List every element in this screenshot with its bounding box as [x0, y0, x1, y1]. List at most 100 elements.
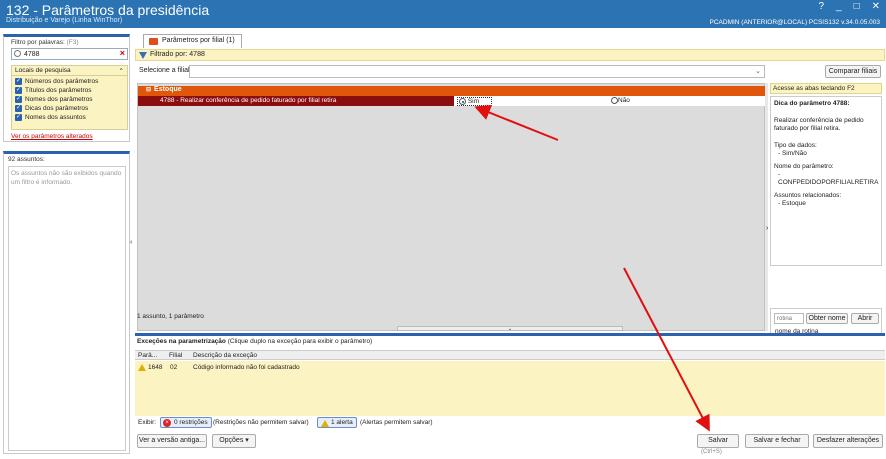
folder-icon: [149, 38, 158, 45]
row-filial: 02: [170, 364, 178, 371]
search-icon: [14, 50, 21, 57]
collapse-square-icon[interactable]: ⊟: [146, 87, 151, 93]
filter-label: Filtro por palavras:: [11, 39, 65, 46]
locations-title: Locais de pesquisa: [15, 67, 71, 74]
exceptions-title: Exceções na parametrização: [137, 338, 226, 345]
tips-hint: Acesse as abas teclando F2: [770, 83, 882, 94]
branch-select[interactable]: ⌄: [189, 65, 765, 78]
subjects-count: 92 assuntos:: [8, 156, 45, 163]
filter-panel: Filtro por palavras: (F3) 4788 × Locais …: [3, 34, 130, 142]
exceptions-header: Parâ... Filial Descrição da exceção: [135, 350, 885, 360]
name-label: Nome do parâmetro:: [774, 163, 834, 170]
search-input[interactable]: 4788 ×: [11, 48, 128, 60]
caret-down-icon: ▾: [245, 437, 249, 444]
funnel-icon: [139, 52, 147, 59]
main-area: Parâmetros por filial (1) Filtrado por: …: [135, 32, 885, 456]
chevron-down-icon: ⌄: [755, 68, 761, 75]
alert-icon: [321, 420, 329, 427]
location-checkbox[interactable]: ✓ Nomes dos parâmetros: [15, 95, 127, 104]
location-checkbox[interactable]: ✓ Títulos dos parâmetros: [15, 86, 127, 95]
save-close-button[interactable]: Salvar e fechar: [745, 434, 809, 448]
alerts-note: (Alertas permitem salvar): [360, 419, 433, 426]
collapse-icon[interactable]: ⌃: [119, 67, 124, 75]
restrictions-badge[interactable]: × 0 restrições: [160, 417, 212, 428]
search-locations: Locais de pesquisa ⌃ ✓ Números dos parâmet…: [11, 65, 128, 130]
close-icon[interactable]: ✕: [872, 1, 880, 12]
alerts-badge[interactable]: 1 alerta: [317, 417, 357, 428]
save-button[interactable]: Salvar: [697, 434, 739, 448]
row-param: 1648: [148, 364, 163, 371]
collapse-left-icon[interactable]: ‹: [130, 239, 132, 246]
subjects-note: Os assuntos não são exibidos quando um f…: [8, 166, 126, 451]
get-name-button[interactable]: Obter nome: [806, 313, 848, 324]
exceptions-panel: Exceções na parametrização (Clique duplo…: [135, 333, 885, 440]
compare-branches-button[interactable]: Comparar filiais: [825, 65, 881, 78]
user-info: PCADMIN (ANTERIOR@LOCAL) PCSIS132 v.34.0…: [709, 19, 880, 26]
search-value: 4788: [24, 51, 40, 58]
type-label: Tipo de dados:: [774, 142, 817, 149]
type-value: - Sim/Não: [778, 150, 807, 157]
location-label: Números dos parâmetros: [25, 78, 99, 85]
radio-no[interactable]: [611, 97, 618, 104]
params-grid: ⊟ Estoque 4788 - Realizar conferência de …: [137, 83, 766, 331]
col-filial[interactable]: Filial: [169, 352, 182, 359]
location-checkbox[interactable]: ✓ Dicas dos parâmetros: [15, 104, 127, 113]
filter-shortcut: (F3): [66, 39, 79, 46]
tab-label: Parâmetros por filial (1): [162, 37, 235, 44]
option-no-label: Não: [618, 97, 630, 105]
filter-text: Filtrado por: 4788: [150, 51, 205, 58]
error-icon: ×: [163, 419, 171, 427]
left-sidebar: Filtro por palavras: (F3) 4788 × Locais …: [3, 34, 132, 454]
option-yes[interactable]: Sim: [457, 97, 493, 107]
help-icon[interactable]: ?: [818, 1, 824, 12]
col-param[interactable]: Parâ...: [138, 352, 157, 359]
open-button[interactable]: Abrir: [851, 313, 879, 324]
tip-desc: Realizar conferência de pedido faturado …: [774, 117, 864, 132]
window-subtitle: Distribuição e Varejo (Linha WinThor): [6, 17, 123, 24]
show-label: Exibir:: [138, 419, 157, 426]
subjects-panel: 92 assuntos: Os assuntos não são exibido…: [3, 151, 130, 454]
category-label: Estoque: [154, 86, 182, 93]
param-value-cell: Sim Não: [454, 96, 766, 107]
minimize-icon[interactable]: _: [836, 1, 842, 12]
table-row[interactable]: 1648 02 Código informado não foi cadastr…: [135, 363, 885, 373]
warning-icon: [138, 364, 146, 371]
name-value: - CONFPEDIDOPORFILIALRETIRA: [778, 171, 879, 186]
filter-bar: Filtrado por: 4788: [135, 49, 885, 61]
exceptions-list: 1648 02 Código informado não foi cadastr…: [135, 361, 885, 416]
subjects-label: Assuntos relacionados:: [774, 192, 842, 199]
col-desc[interactable]: Descrição da exceção: [193, 352, 257, 359]
routine-input[interactable]: [774, 313, 804, 324]
radio-yes[interactable]: [459, 98, 466, 105]
splitter-handle[interactable]: ⌄: [397, 326, 623, 332]
category-header[interactable]: ⊟ Estoque: [138, 86, 766, 96]
save-shortcut: (Ctrl+S): [701, 449, 722, 455]
maximize-icon[interactable]: □: [854, 1, 860, 12]
select-label: Selecione a filial:: [139, 67, 192, 74]
old-version-button[interactable]: Ver a versão antiga...: [137, 434, 207, 448]
option-no[interactable]: Não: [611, 97, 630, 104]
expand-right-icon[interactable]: ›: [766, 225, 768, 232]
undo-button[interactable]: Desfazer alterações: [813, 434, 883, 448]
options-button[interactable]: Opções ▾: [212, 434, 256, 448]
location-label: Nomes dos assuntos: [25, 114, 86, 121]
tab-params-by-branch[interactable]: Parâmetros por filial (1): [143, 34, 242, 48]
location-checkbox[interactable]: ✓ Números dos parâmetros: [15, 77, 127, 86]
clear-icon[interactable]: ×: [120, 48, 125, 58]
title-bar: 132 - Parâmetros da presidência Distribu…: [0, 0, 886, 28]
tip-box: Dica do parâmetro 4788: Realizar conferê…: [770, 96, 882, 266]
tips-panel: Acesse as abas teclando F2 Dica do parâm…: [766, 83, 883, 341]
row-desc: Código informado não foi cadastrado: [193, 364, 300, 371]
options-label: Opções: [219, 437, 244, 444]
footer: Ver a versão antiga... Opções ▾ Salvar (…: [0, 433, 886, 459]
location-label: Nomes dos parâmetros: [25, 96, 93, 103]
location-checkbox[interactable]: ✓ Nomes dos assuntos: [15, 113, 127, 122]
altered-params-link[interactable]: Ver os parâmetros alterados: [11, 133, 93, 140]
location-label: Dicas dos parâmetros: [25, 105, 89, 112]
param-row[interactable]: 4788 - Realizar conferência de pedido fa…: [138, 96, 766, 107]
option-yes-label: Sim: [467, 98, 480, 106]
tip-title: Dica do parâmetro 4788:: [774, 100, 850, 107]
alerts-count: 1 alerta: [331, 419, 353, 426]
restrictions-count: 0 restrições: [174, 419, 208, 426]
branch-select-row: Selecione a filial: ⌄ Comparar filiais: [135, 64, 885, 80]
